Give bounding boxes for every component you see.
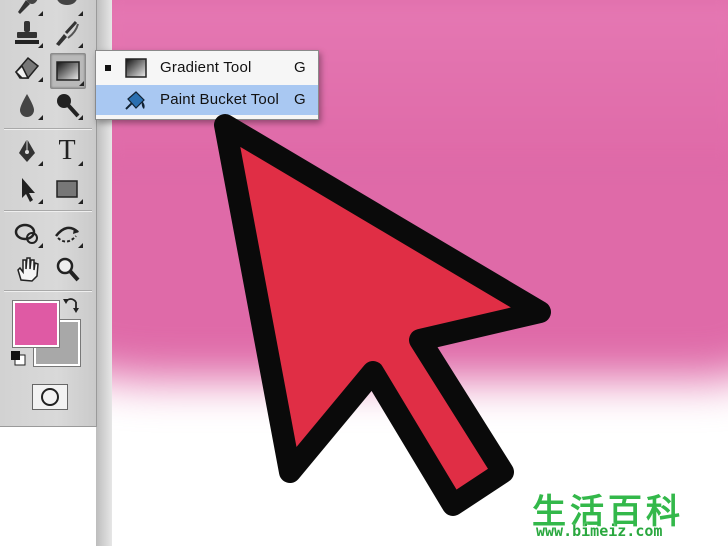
quick-mask-button[interactable] [32, 384, 68, 410]
eraser-tool[interactable] [10, 50, 44, 84]
toolbar-divider [4, 128, 92, 130]
menu-item-shortcut: G [294, 59, 306, 76]
path-selection-tool[interactable] [10, 172, 44, 206]
swap-colors-icon[interactable] [62, 296, 80, 314]
pointer-arrow-icon [214, 114, 551, 516]
3d-orbit-tool[interactable] [50, 216, 84, 250]
menu-item-label: Gradient Tool [160, 59, 252, 76]
3d-rotate-tool[interactable] [10, 216, 44, 250]
type-icon: T [58, 135, 76, 166]
rectangle-tool[interactable] [50, 172, 84, 206]
blur-tool[interactable] [10, 88, 44, 122]
art-history-tool[interactable] [50, 16, 84, 50]
watermark-url: www.bimeiz.com [536, 522, 663, 540]
magnifier-icon [56, 257, 80, 282]
toolbar-divider [4, 290, 92, 292]
gradient-icon [125, 58, 147, 78]
toolbar-divider [4, 210, 92, 212]
zoom-tool[interactable] [50, 252, 84, 286]
pen-tool[interactable] [10, 134, 44, 168]
quick-mask-icon [41, 388, 59, 406]
hand-icon [17, 257, 39, 282]
type-tool[interactable]: T [50, 134, 84, 168]
gradient-tool[interactable] [50, 53, 86, 89]
active-tool-bullet-icon [105, 65, 111, 71]
tools-panel: T [0, 0, 97, 427]
clone-stamp-tool[interactable] [10, 16, 44, 50]
hand-tool[interactable] [10, 252, 44, 286]
default-colors-icon[interactable] [10, 350, 26, 366]
paint-bucket-icon [125, 91, 145, 110]
foreground-color-swatch[interactable] [12, 300, 60, 348]
dodge-tool[interactable] [50, 88, 84, 122]
menu-item-gradient-tool[interactable]: Gradient Tool G [96, 53, 318, 83]
